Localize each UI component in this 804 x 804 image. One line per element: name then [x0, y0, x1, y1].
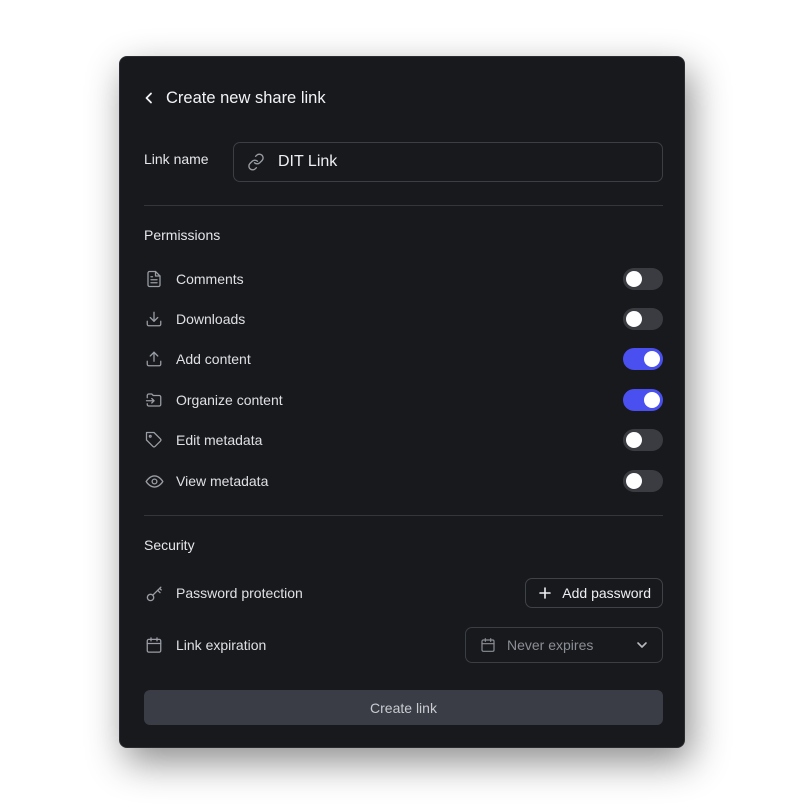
document-icon — [144, 269, 164, 289]
security-title: Security — [144, 537, 195, 553]
dialog-header: Create new share link — [144, 86, 326, 110]
folder-move-icon — [144, 390, 164, 410]
permission-label: Organize content — [176, 392, 283, 408]
tag-icon — [144, 430, 164, 450]
create-link-button[interactable]: Create link — [144, 690, 663, 725]
dialog-title: Create new share link — [166, 88, 326, 107]
add-password-label: Add password — [562, 585, 651, 601]
password-protection-label: Password protection — [176, 585, 303, 601]
toggle-knob — [644, 392, 660, 408]
password-protection-row: Password protection Add password — [144, 578, 663, 608]
link-expiration-label: Link expiration — [176, 637, 267, 653]
downloads-toggle[interactable] — [623, 308, 663, 330]
edit-metadata-toggle[interactable] — [623, 429, 663, 451]
divider — [144, 205, 663, 206]
eye-icon — [144, 471, 164, 491]
toggle-knob — [644, 351, 660, 367]
add-password-button[interactable]: Add password — [525, 578, 663, 608]
organize-content-toggle[interactable] — [623, 389, 663, 411]
permission-row-comments: Comments — [144, 267, 663, 291]
share-link-dialog: Create new share link Link name Permissi… — [119, 56, 685, 748]
expiration-value: Never expires — [507, 637, 594, 653]
chevron-left-icon — [145, 92, 152, 104]
download-icon — [144, 309, 164, 329]
toggle-knob — [626, 432, 642, 448]
link-icon — [247, 153, 265, 171]
permission-row-view-metadata: View metadata — [144, 469, 663, 493]
chevron-down-icon — [636, 639, 648, 651]
plus-icon — [539, 587, 552, 599]
comments-toggle[interactable] — [623, 268, 663, 290]
permission-label: Edit metadata — [176, 432, 263, 448]
permission-label: Add content — [176, 351, 251, 367]
permission-row-edit-metadata: Edit metadata — [144, 428, 663, 452]
permission-row-add-content: Add content — [144, 347, 663, 371]
back-button[interactable] — [144, 86, 158, 110]
calendar-icon — [144, 635, 164, 655]
key-icon — [144, 583, 164, 603]
link-name-input[interactable] — [278, 153, 648, 171]
permission-label: View metadata — [176, 473, 269, 489]
permission-label: Downloads — [176, 311, 246, 327]
upload-icon — [144, 349, 164, 369]
permission-row-organize-content: Organize content — [144, 388, 663, 412]
calendar-icon — [480, 637, 496, 653]
link-expiration-row: Link expiration Never expires — [144, 627, 663, 663]
permission-label: Comments — [176, 271, 244, 287]
permission-row-downloads: Downloads — [144, 307, 663, 331]
link-name-field[interactable] — [233, 142, 663, 182]
expiration-select[interactable]: Never expires — [465, 627, 663, 663]
add-content-toggle[interactable] — [623, 348, 663, 370]
toggle-knob — [626, 473, 642, 489]
view-metadata-toggle[interactable] — [623, 470, 663, 492]
toggle-knob — [626, 271, 642, 287]
toggle-knob — [626, 311, 642, 327]
permissions-title: Permissions — [144, 227, 221, 243]
link-name-label: Link name — [144, 151, 209, 167]
divider — [144, 515, 663, 516]
